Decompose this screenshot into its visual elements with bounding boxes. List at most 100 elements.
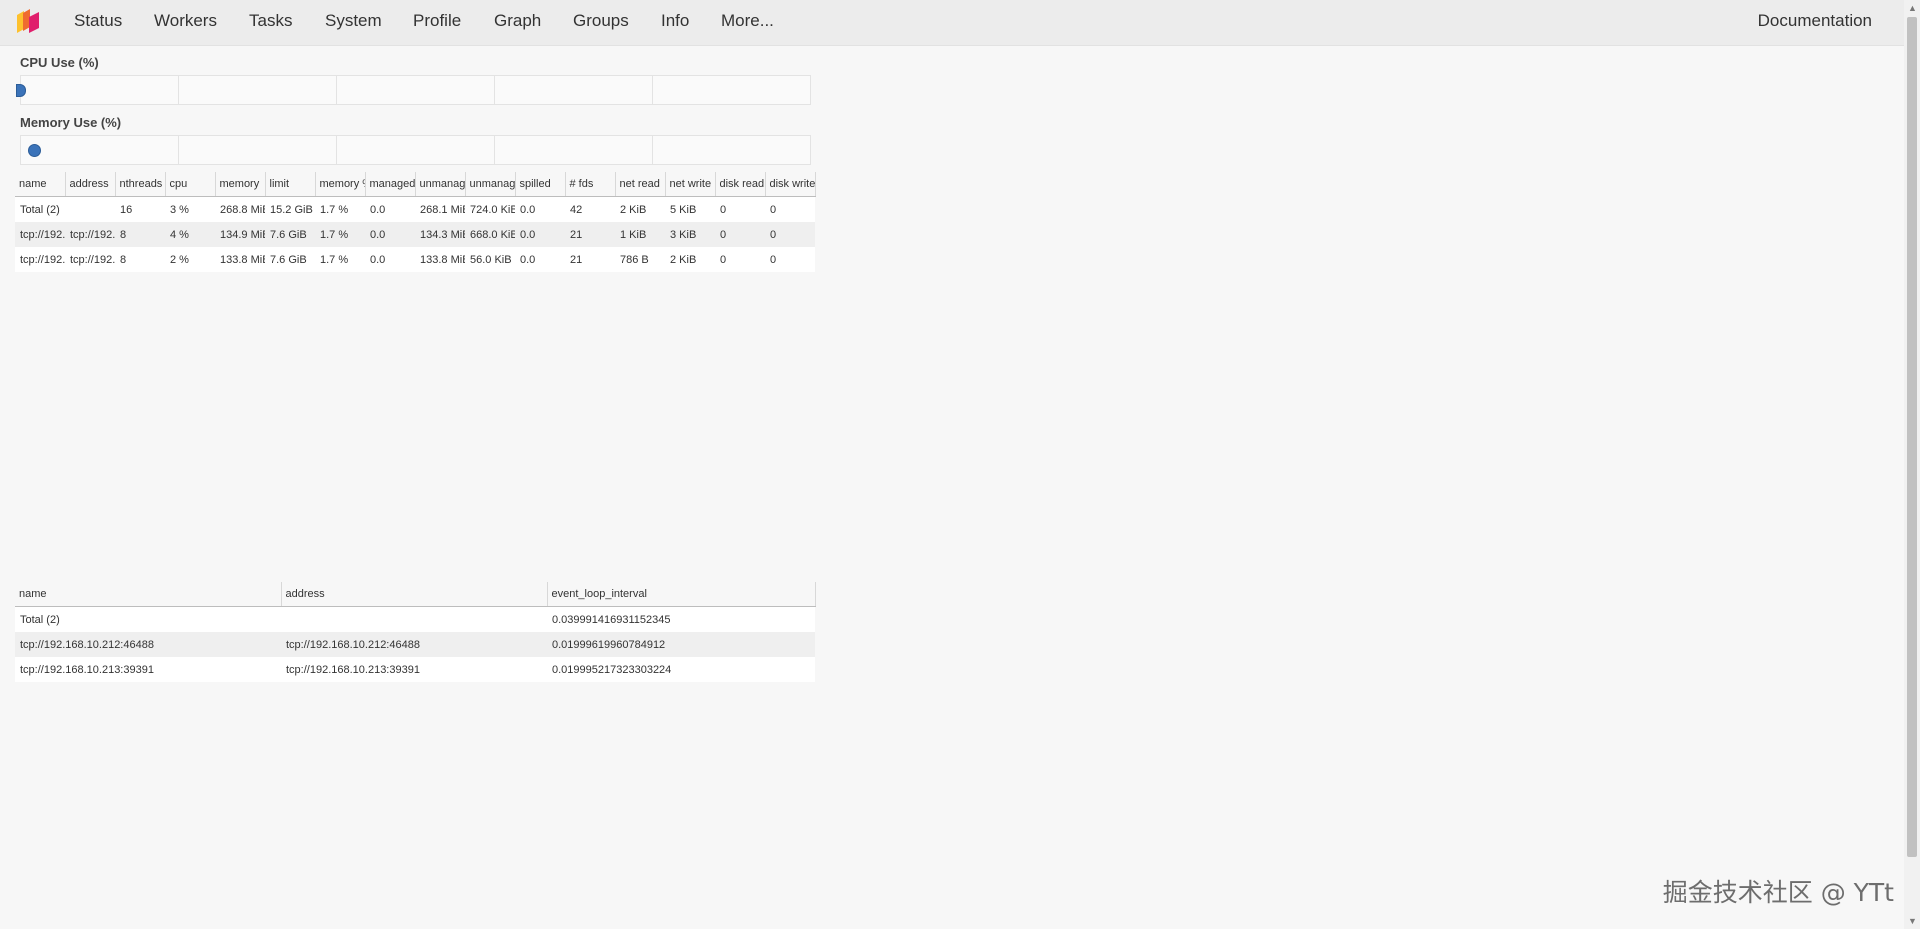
column-header[interactable]: net write (665, 172, 716, 197)
grid-cell (495, 136, 653, 164)
cell: 1.7 % (315, 247, 365, 272)
cell: 0.019995217323303224 (547, 657, 815, 682)
memory-use-title: Memory Use (%) (20, 115, 122, 130)
nav-status[interactable]: Status (74, 11, 122, 31)
cell: 0 (715, 247, 765, 272)
cell: 0.0 (515, 247, 565, 272)
cell: 8 (115, 247, 165, 272)
nav-groups[interactable]: Groups (573, 11, 629, 31)
cell: 0.0 (365, 247, 415, 272)
cell: tcp://192.168.10.212:46488 (65, 222, 115, 247)
workers-table: name address nthreads cpu memory limit m… (15, 172, 816, 272)
grid-cell (337, 136, 495, 164)
grid-cell (495, 76, 653, 104)
column-header[interactable]: disk write (765, 172, 816, 197)
nav-workers[interactable]: Workers (154, 11, 217, 31)
nav-more[interactable]: More... (721, 11, 774, 31)
column-header[interactable]: spilled (515, 172, 566, 197)
grid-cell (653, 136, 810, 164)
cell: 42 (565, 196, 615, 222)
scroll-thumb[interactable] (1907, 17, 1917, 857)
cell: 1.7 % (315, 222, 365, 247)
cell: 2 KiB (665, 247, 715, 272)
documentation-link[interactable]: Documentation (1758, 11, 1872, 31)
grid-cell (21, 76, 179, 104)
cell: 0.0 (515, 222, 565, 247)
table-row[interactable]: tcp://192.168.10.213:39391 tcp://192.168… (15, 657, 815, 682)
nav-system[interactable]: System (325, 11, 382, 31)
column-header[interactable]: address (65, 172, 116, 197)
cell: 15.2 GiB (265, 196, 315, 222)
table-header-row: name address nthreads cpu memory limit m… (15, 172, 816, 197)
cell: 0 (715, 222, 765, 247)
cell: 0.0 (365, 196, 415, 222)
vertical-scrollbar[interactable]: ▲ ▼ (1904, 0, 1920, 929)
table-row[interactable]: tcp://192.168.10.213:39391 tcp://192.168… (15, 247, 815, 272)
column-header[interactable]: memory % (315, 172, 366, 197)
scroll-down-icon[interactable]: ▼ (1908, 916, 1917, 926)
column-header[interactable]: cpu (165, 172, 216, 197)
cell: 8 (115, 222, 165, 247)
table-header-row: name address event_loop_interval (15, 582, 816, 607)
cell: 268.8 MiB (215, 196, 265, 222)
cell: 3 % (165, 196, 215, 222)
table-row[interactable]: Total (2) 0.039991416931152345 (15, 606, 815, 632)
cell: 268.1 MiB (415, 196, 465, 222)
cell: 21 (565, 222, 615, 247)
memory-use-plot[interactable] (20, 135, 811, 165)
cell: tcp://192.168.10.213:39391 (65, 247, 115, 272)
cell: Total (2) (15, 196, 65, 222)
column-header[interactable]: unmanaged (465, 172, 516, 197)
column-header[interactable]: name (15, 172, 66, 197)
column-header[interactable]: address (281, 582, 548, 607)
cell: tcp://192.168.10.213:39391 (281, 657, 547, 682)
cell (281, 606, 547, 632)
cpu-use-title: CPU Use (%) (20, 55, 99, 70)
nav-tasks[interactable]: Tasks (249, 11, 292, 31)
cell: 724.0 KiB (465, 196, 515, 222)
table-row[interactable]: tcp://192.168.10.212:46488 tcp://192.168… (15, 222, 815, 247)
memory-point[interactable] (28, 144, 41, 157)
cell: 1.7 % (315, 196, 365, 222)
cell: 7.6 GiB (265, 222, 315, 247)
nav-info[interactable]: Info (661, 11, 689, 31)
dask-logo-icon[interactable] (15, 7, 43, 35)
event-loop-table: name address event_loop_interval Total (… (15, 582, 816, 682)
cell: 4 % (165, 222, 215, 247)
cell: Total (2) (15, 606, 281, 632)
scroll-up-icon[interactable]: ▲ (1908, 3, 1917, 13)
column-header[interactable]: nthreads (115, 172, 166, 197)
cell: 0 (765, 196, 815, 222)
cell: 0 (765, 247, 815, 272)
column-header[interactable]: disk read (715, 172, 766, 197)
cell: 0 (715, 196, 765, 222)
column-header[interactable]: net read (615, 172, 666, 197)
cell: tcp://192.168.10.213:39391 (15, 247, 65, 272)
table-row[interactable]: Total (2) 16 3 % 268.8 MiB 15.2 GiB 1.7 … (15, 196, 815, 222)
column-header[interactable]: # fds (565, 172, 616, 197)
grid-cell (21, 136, 179, 164)
nav-graph[interactable]: Graph (494, 11, 541, 31)
column-header[interactable]: memory (215, 172, 266, 197)
cell (65, 196, 115, 222)
cell: 0.039991416931152345 (547, 606, 815, 632)
nav-profile[interactable]: Profile (413, 11, 461, 31)
column-header[interactable]: event_loop_interval (547, 582, 816, 607)
cell: 134.3 MiB (415, 222, 465, 247)
column-header[interactable]: unmanaged (415, 172, 466, 197)
watermark: 掘金技术社区 @ YTt (1662, 878, 1894, 907)
cell: 2 % (165, 247, 215, 272)
cell: tcp://192.168.10.212:46488 (281, 632, 547, 657)
cell: 7.6 GiB (265, 247, 315, 272)
cell: 786 B (615, 247, 665, 272)
column-header[interactable]: limit (265, 172, 316, 197)
cell: 0.0 (365, 222, 415, 247)
column-header[interactable]: managed (365, 172, 416, 197)
cell: 0 (765, 222, 815, 247)
grid-cell (337, 76, 495, 104)
cpu-use-plot[interactable] (20, 75, 811, 105)
table-row[interactable]: tcp://192.168.10.212:46488 tcp://192.168… (15, 632, 815, 657)
column-header[interactable]: name (15, 582, 282, 607)
cell: 16 (115, 196, 165, 222)
cell: 21 (565, 247, 615, 272)
